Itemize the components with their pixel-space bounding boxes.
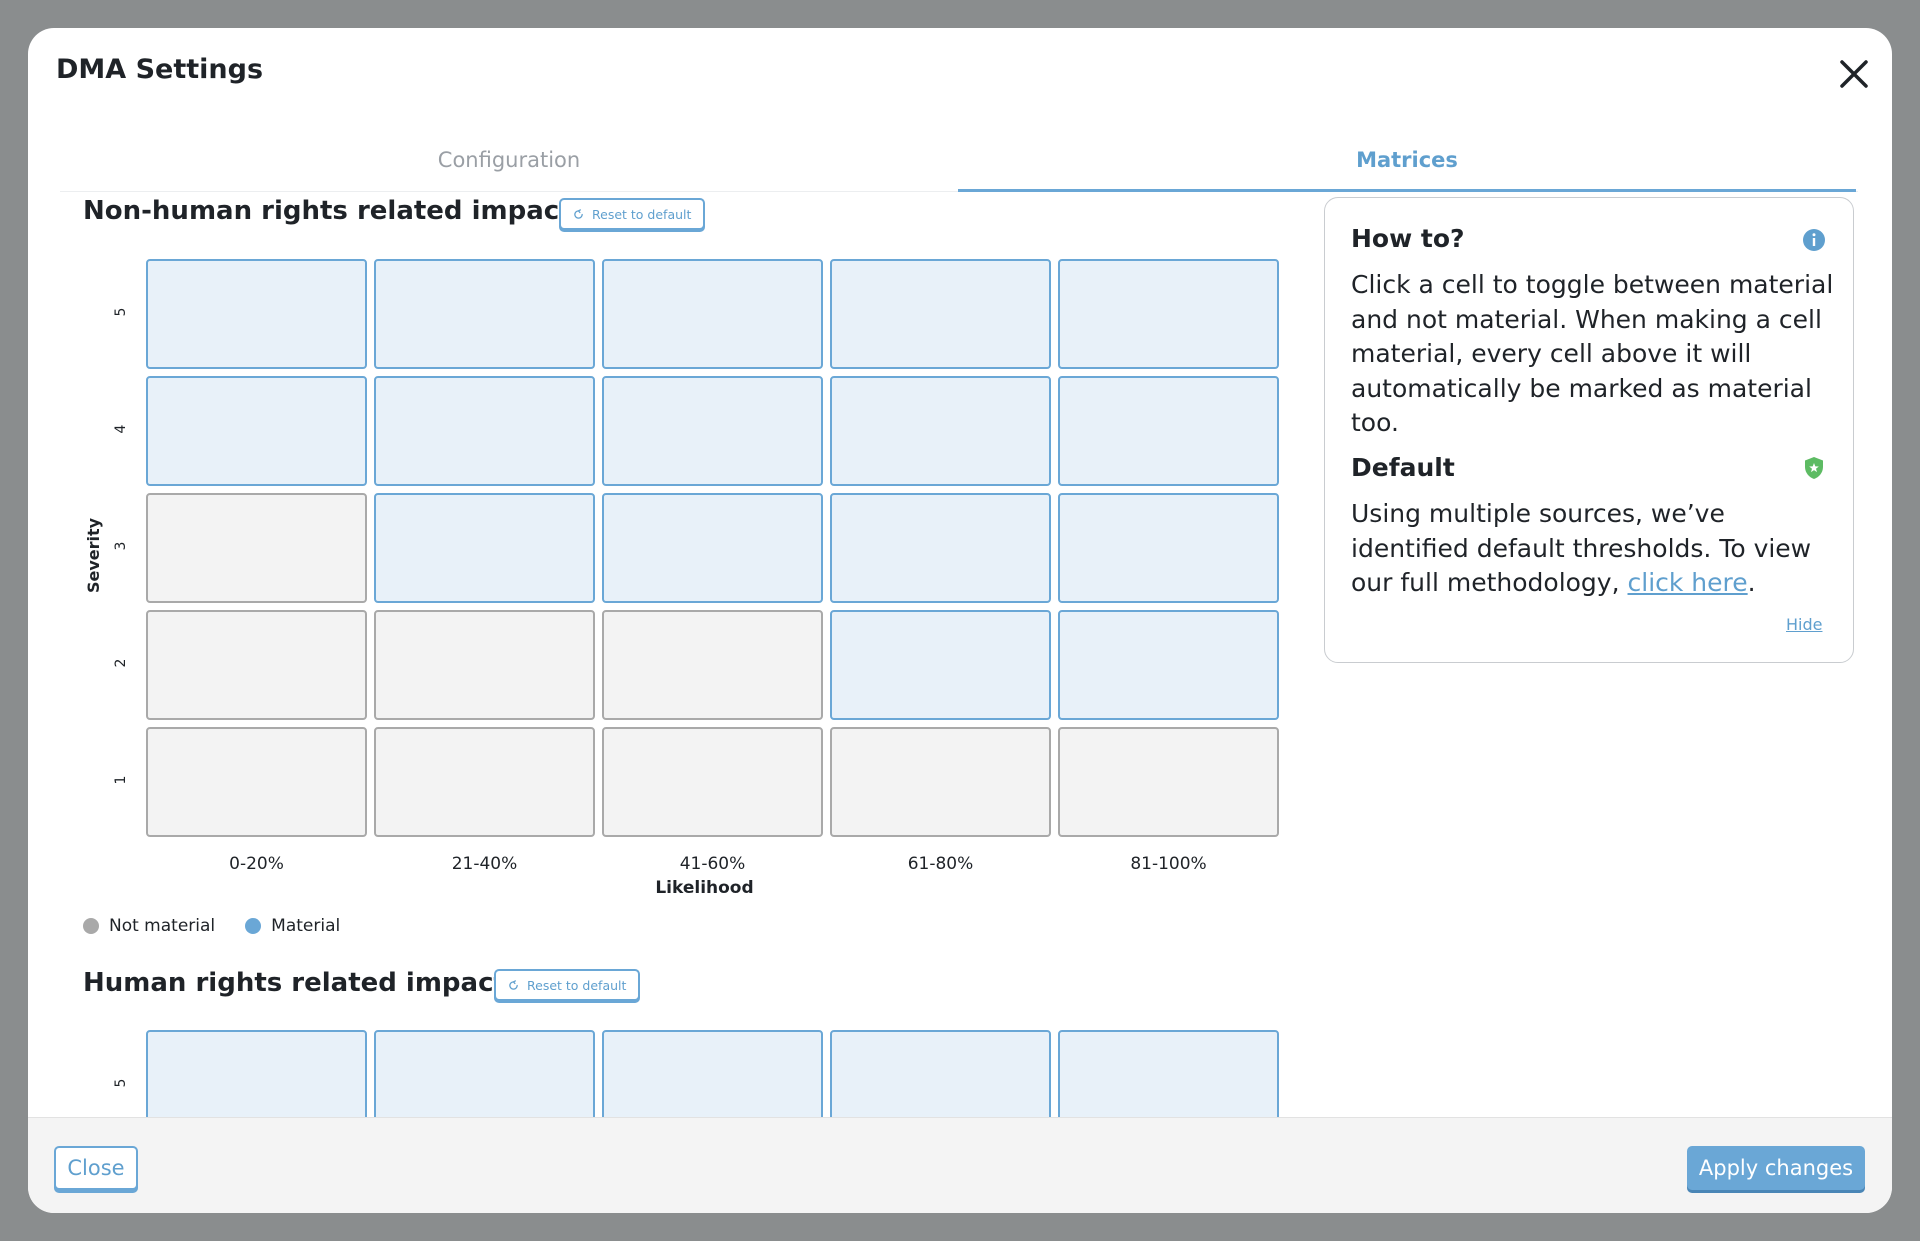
y-axis-label: Severity [84,517,104,594]
matrix-cell[interactable] [146,493,367,603]
matrix-cell[interactable] [146,259,367,369]
hide-link[interactable]: Hide [1786,615,1822,634]
matrix-cell[interactable] [1058,727,1279,837]
matrix-cell[interactable] [1058,259,1279,369]
matrix-cell[interactable] [374,1030,595,1117]
howto-panel: How to? Click a cell to toggle between m… [1324,197,1854,663]
likelihood-tick: 61-80% [907,854,974,874]
legend-item-not-material: Not material [83,916,215,936]
severity-tick: 1 [113,775,129,785]
x-axis-label: Likelihood [655,878,754,898]
severity-tick: 5 [113,307,129,317]
reset-to-default-button[interactable]: Reset to default [559,198,706,230]
matrix-cell[interactable] [374,493,595,603]
matrix-cell[interactable] [1058,1030,1279,1117]
tab-bar: Configuration Matrices [60,148,1858,192]
close-icon[interactable] [1834,54,1874,94]
matrix-cell[interactable] [374,727,595,837]
tab-configuration[interactable]: Configuration [60,148,958,192]
severity-tick: 3 [113,541,129,551]
default-title: Default [1351,453,1455,482]
matrix-cell[interactable] [830,610,1051,720]
info-icon [1803,229,1825,251]
matrix-title-human-rights: Human rights related impact [83,968,506,998]
not-material-dot [83,918,99,934]
matrix-cell[interactable] [146,1030,367,1117]
refresh-icon [509,979,518,990]
howto-title: How to? [1351,224,1465,253]
legend-label: Material [271,916,341,936]
howto-text: Click a cell to toggle between material … [1351,270,1834,437]
matrix-cell[interactable] [830,1030,1051,1117]
matrix-cell[interactable] [374,259,595,369]
likelihood-tick: 81-100% [1130,854,1207,874]
matrix-cell[interactable] [1058,376,1279,486]
apply-changes-button[interactable]: Apply changes [1687,1146,1865,1190]
tab-matrices[interactable]: Matrices [958,148,1856,192]
matrix-cell[interactable] [374,610,595,720]
severity-tick: 4 [113,424,129,434]
matrix-cell[interactable] [830,493,1051,603]
matrix-cell[interactable] [146,610,367,720]
matrix-cell[interactable] [146,376,367,486]
material-dot [245,918,262,934]
severity-tick: 2 [113,658,129,668]
likelihood-tick: 41-60% [679,854,746,874]
matrix-cell[interactable] [830,259,1051,369]
methodology-link[interactable]: click here [1628,568,1748,597]
likelihood-tick: 0-20% [229,854,284,874]
refresh-icon [574,208,583,219]
matrix-cell[interactable] [1058,610,1279,720]
matrix-cell[interactable] [602,1030,823,1117]
matrix-title-non-human-rights: Non-human rights related impact [83,196,572,226]
matrix-cell[interactable] [374,376,595,486]
matrix-cell[interactable] [602,727,823,837]
default-text-suffix: . [1747,568,1756,597]
severity-tick: 5 [113,1078,129,1088]
modal-scroll-area[interactable]: DMA Settings Configuration Matrices Non-… [28,28,1892,1117]
reset-label: Reset to default [527,977,627,993]
likelihood-tick: 21-40% [451,854,518,874]
matrix-cell[interactable] [602,610,823,720]
matrix-cell[interactable] [602,259,823,369]
matrix-cell[interactable] [146,727,367,837]
close-button[interactable]: Close [54,1146,138,1190]
matrix-cell[interactable] [830,727,1051,837]
legend: Not material Material [83,916,360,936]
dma-settings-modal: DMA Settings Configuration Matrices Non-… [28,28,1892,1213]
legend-label: Not material [109,916,216,936]
reset-to-default-button[interactable]: Reset to default [494,969,641,1001]
matrix-cell[interactable] [602,376,823,486]
default-text: Using multiple sources, we’ve identified… [1351,497,1841,601]
reset-label: Reset to default [592,206,692,222]
matrix-cell[interactable] [830,376,1051,486]
modal-title: DMA Settings [56,54,264,85]
matrix-cell[interactable] [602,493,823,603]
modal-footer: Close Apply changes [28,1117,1892,1213]
legend-item-material: Material [245,916,340,936]
matrix-cell[interactable] [1058,493,1279,603]
shield-star-icon [1805,457,1823,479]
